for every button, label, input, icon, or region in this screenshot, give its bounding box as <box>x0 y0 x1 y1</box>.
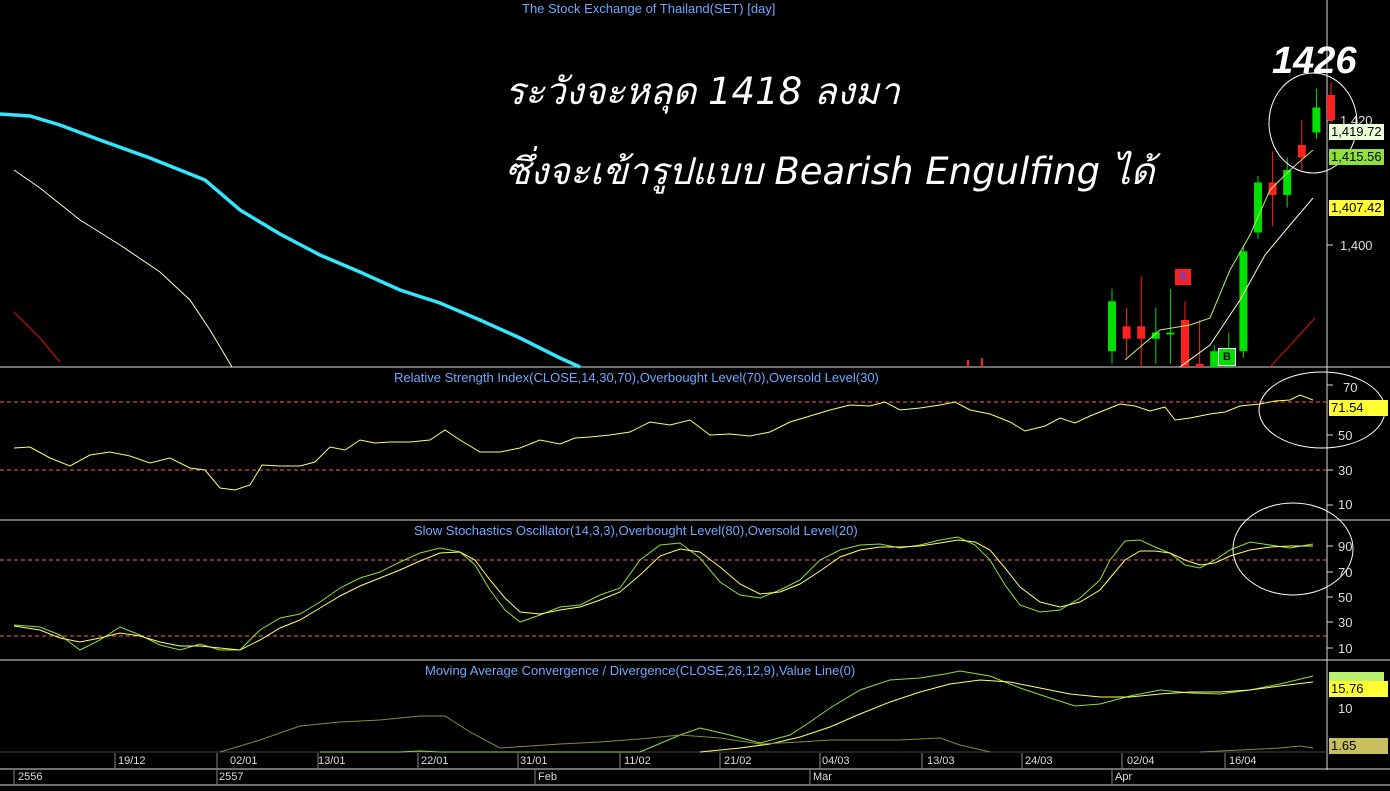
candle-body <box>1297 145 1306 158</box>
x-label: 22/01 <box>421 755 449 767</box>
x-label-period: 2557 <box>219 771 244 783</box>
x-label-period: Feb <box>538 771 557 783</box>
stoch-tick-90: 90 <box>1338 539 1353 554</box>
x-label: 13/01 <box>318 755 346 767</box>
rsi-line <box>13 394 1314 491</box>
price-tick-1400: 1,400 <box>1340 238 1373 253</box>
macd-tag-partial <box>1329 672 1384 681</box>
ma-mid-line <box>13 169 233 368</box>
x-label: 04/03 <box>822 755 850 767</box>
candle-body <box>1122 326 1131 339</box>
x-label-period: 2556 <box>18 771 43 783</box>
x-label: 21/02 <box>724 755 752 767</box>
stoch-tick-30: 30 <box>1338 615 1353 630</box>
ma-long-line <box>0 112 581 369</box>
stoch-title: Slow Stochastics Oscillator(14,3,3),Over… <box>414 523 858 538</box>
candle-body <box>1181 320 1189 367</box>
candle-body <box>1312 107 1321 133</box>
ma-red-line <box>13 311 61 363</box>
chart-title: The Stock Exchange of Thailand(SET) [day… <box>522 1 776 16</box>
macd-line <box>320 670 1314 753</box>
rsi-title: Relative Strength Index(CLOSE,14,30,70),… <box>394 370 879 385</box>
ma-red-line <box>1269 317 1316 368</box>
x-label-period: Apr <box>1115 771 1133 783</box>
candle-body <box>1137 326 1146 339</box>
buy-signal-badge: B <box>1218 348 1236 366</box>
x-label: 02/01 <box>230 755 258 767</box>
x-label: 02/04 <box>1127 755 1155 767</box>
peak-label: 1426 <box>1272 40 1357 82</box>
x-label: 11/02 <box>624 755 651 767</box>
candle-body <box>1283 170 1292 195</box>
annotation-line-2: ซึ่งจะเข้ารูปแบบ Bearish Engulfing ได้ <box>505 150 1155 193</box>
annotation-line-1: ระวังจะหลุด 1418 ลงมา <box>505 70 900 113</box>
candle-body <box>1327 95 1335 120</box>
price-tag-ma-short: 1,415.56 <box>1329 149 1384 165</box>
x-label-period: Mar <box>813 771 832 783</box>
rsi-tag: 71.54 <box>1329 400 1388 416</box>
stoch-k-line <box>13 536 1314 651</box>
macd-histogram-line <box>1199 745 1314 753</box>
rsi-tick-50: 50 <box>1338 428 1353 443</box>
candle-body <box>1166 332 1175 335</box>
x-label: 31/01 <box>520 755 548 767</box>
macd-signal-line <box>699 679 1314 753</box>
rsi-tick-70: 70 <box>1343 380 1358 395</box>
price-tag-ma-mid: 1,407.42 <box>1329 200 1384 216</box>
candle-body <box>1210 351 1219 367</box>
stoch-tick-50: 50 <box>1338 590 1353 605</box>
candle-body <box>1239 251 1248 352</box>
x-label: 24/03 <box>1025 755 1053 767</box>
price-tag-last: 1,419.72 <box>1329 124 1384 140</box>
sell-signal-badge: S <box>1175 269 1191 285</box>
chart-window: The Stock Exchange of Thailand(SET) [day… <box>0 0 1390 786</box>
macd-title: Moving Average Convergence / Divergence(… <box>425 663 856 678</box>
rsi-tick-30: 30 <box>1338 463 1353 478</box>
stoch-tick-10: 10 <box>1338 641 1353 656</box>
macd-tag-line: 15.76 <box>1329 681 1388 697</box>
macd-histogram-line <box>219 715 991 753</box>
x-label: 16/04 <box>1229 755 1257 767</box>
candle-body <box>1108 301 1116 352</box>
x-label: 13/03 <box>927 755 955 767</box>
x-label: 19/12 <box>118 755 146 767</box>
candle-body <box>1254 182 1262 233</box>
rsi-tick-10: 10 <box>1338 497 1353 512</box>
highlight-circle <box>1232 502 1354 596</box>
stoch-d-line <box>13 539 1313 651</box>
macd-tag-histogram: 1.65 <box>1329 738 1388 754</box>
macd-tick-10: 10 <box>1338 701 1353 716</box>
stoch-tick-70: 70 <box>1338 565 1353 580</box>
candle-body <box>1195 363 1204 367</box>
